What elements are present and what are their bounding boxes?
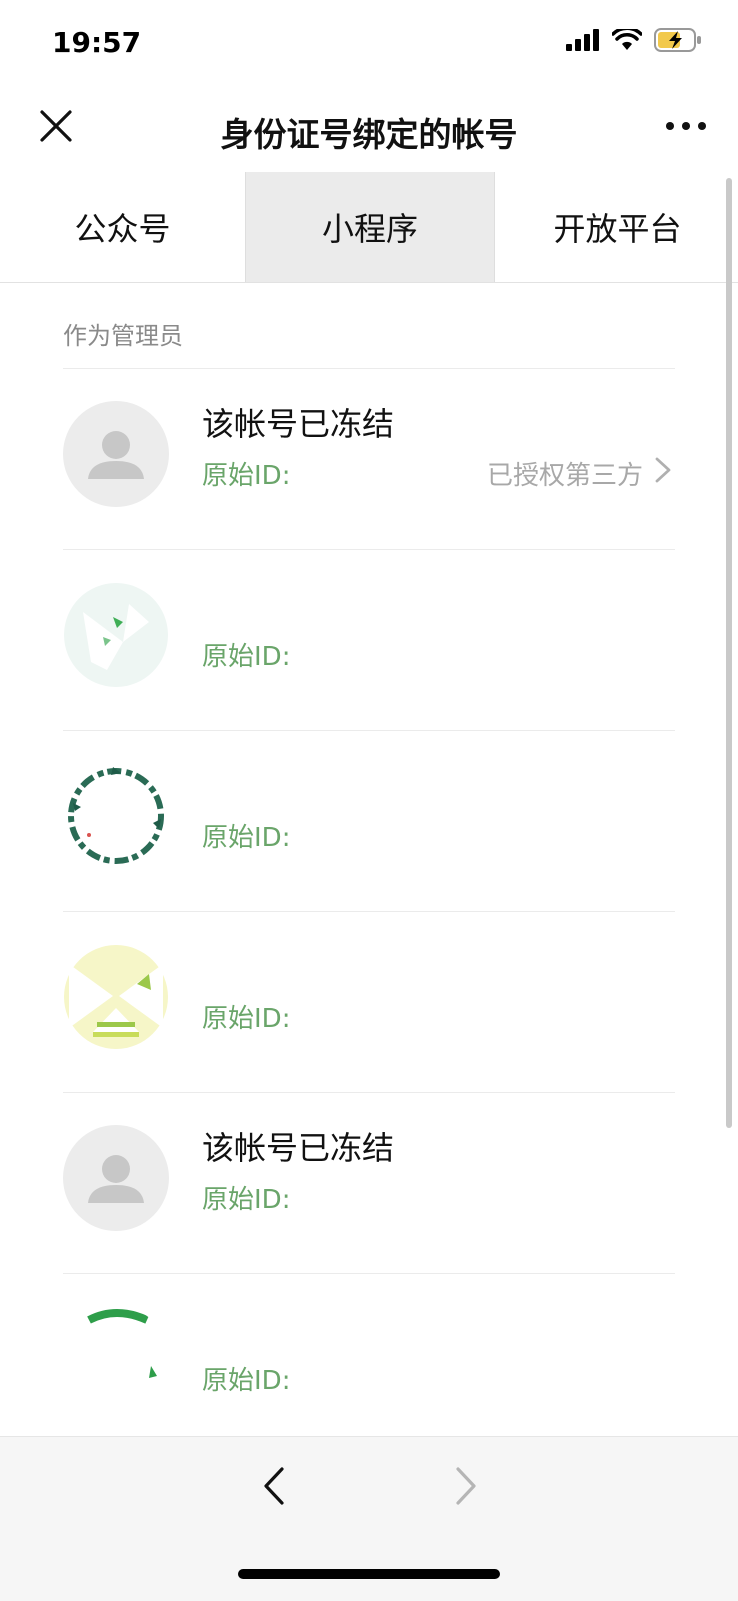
back-arrow-icon[interactable] [254,1463,294,1509]
navigation-bar: 身份证号绑定的帐号 [0,90,738,170]
wifi-icon [612,29,642,50]
tab-open-platform[interactable]: 开放平台 [495,172,738,282]
page-title: 身份证号绑定的帐号 [220,115,518,154]
tab-official-account[interactable]: 公众号 [0,172,245,282]
list-item[interactable]: 该帐号已冻结 原始ID: 已授权第三方 [63,368,675,549]
miniprogram-logo [63,1306,169,1412]
tab-mini-program[interactable]: 小程序 [245,172,495,282]
original-id-label: 原始ID: [202,1366,291,1396]
account-list: 该帐号已冻结 原始ID: 已授权第三方 原始ID: 原始ID: 原始ID: 该帐… [63,368,675,1454]
default-avatar [63,1125,169,1231]
chevron-right-icon [655,457,671,483]
authorization-status: 已授权第三方 [486,461,643,491]
person-icon [88,431,144,479]
list-item[interactable]: 原始ID: [63,549,675,730]
account-name: 该帐号已冻结 [202,405,395,443]
list-item[interactable]: 该帐号已冻结 原始ID: [63,1092,675,1273]
account-name: 该帐号已冻结 [202,1129,395,1167]
bottom-toolbar [0,1436,738,1601]
home-indicator [238,1569,500,1579]
default-avatar [63,401,169,507]
scrollbar[interactable] [726,178,732,1128]
person-icon [88,1155,144,1203]
original-id-label: 原始ID: [202,823,291,853]
original-id-label: 原始ID: [202,1004,291,1034]
status-bar: 19:57 [0,0,738,90]
miniprogram-logo [63,582,169,688]
tab-bar: 公众号 小程序 开放平台 [0,172,738,283]
original-id-label: 原始ID: [202,642,291,672]
signal-icon [566,29,599,51]
more-icon[interactable] [664,114,708,138]
miniprogram-logo [63,944,169,1050]
list-item[interactable]: 原始ID: [63,730,675,911]
original-id-label: 原始ID: [202,461,291,491]
status-icons [566,28,702,52]
original-id-label: 原始ID: [202,1185,291,1215]
status-time: 19:57 [52,26,142,59]
section-label: 作为管理员 [63,322,183,350]
forward-arrow-icon[interactable] [446,1463,486,1509]
miniprogram-logo [63,763,169,869]
list-item[interactable]: 原始ID: [63,911,675,1092]
battery-charging-icon [654,28,701,52]
list-item[interactable]: 原始ID: [63,1273,675,1454]
